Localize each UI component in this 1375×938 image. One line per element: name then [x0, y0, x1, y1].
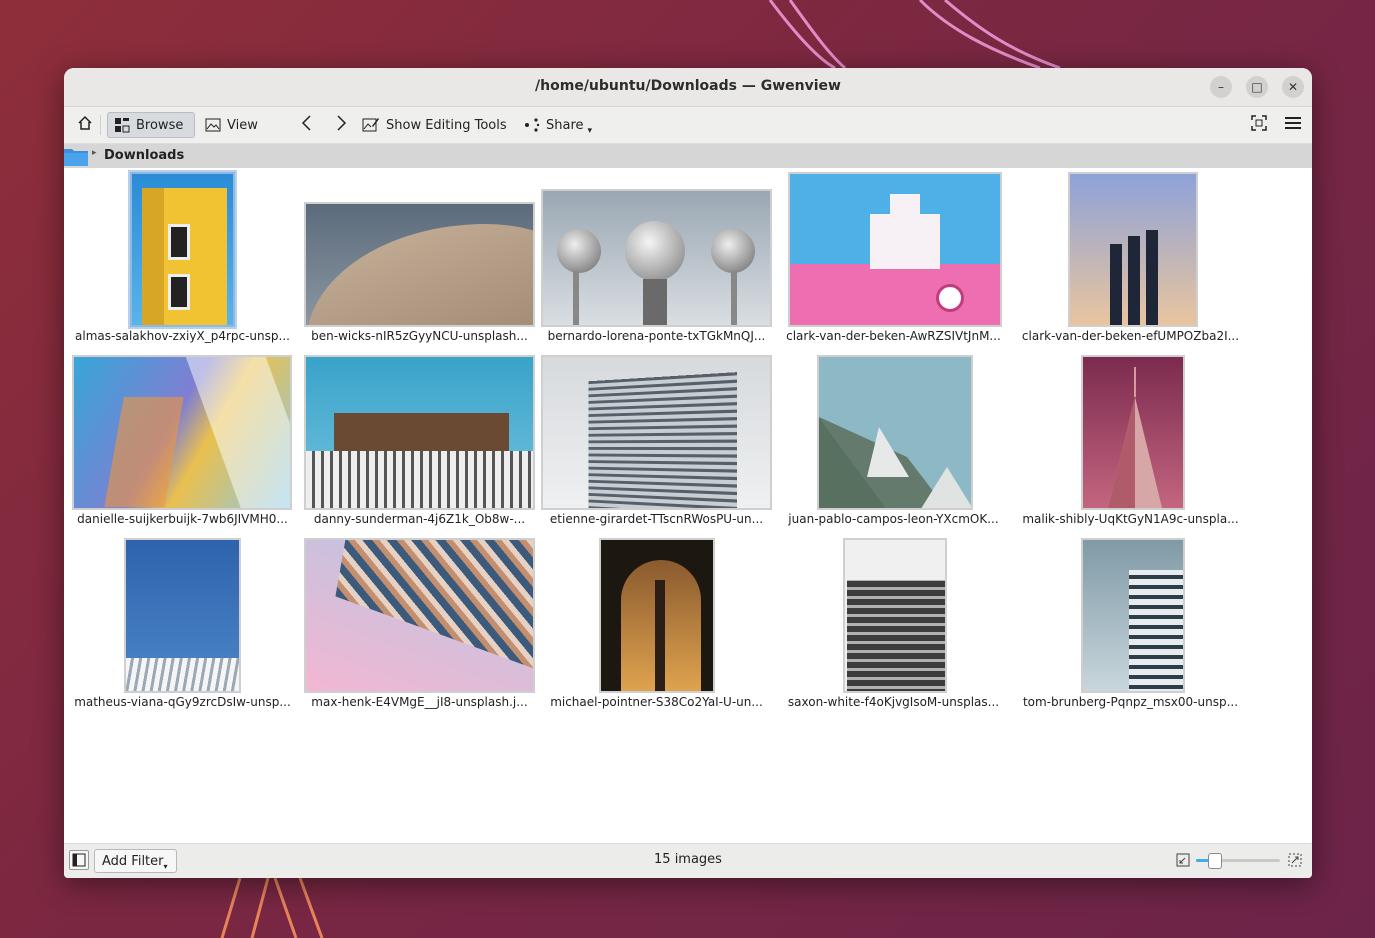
- previous-button[interactable]: [294, 112, 320, 138]
- file-name: clark-van-der-beken-efUMPOZba2I...: [1021, 329, 1240, 343]
- fullscreen-button[interactable]: [1244, 112, 1274, 138]
- minimize-button[interactable]: –: [1210, 76, 1232, 98]
- list-item[interactable]: tom-brunberg-Pqnpz_msx00-unsp...: [1012, 535, 1249, 715]
- hamburger-menu-icon: [1283, 114, 1303, 136]
- breadcrumb-folder[interactable]: Downloads: [104, 148, 184, 163]
- list-item[interactable]: bernardo-lorena-ponte-txTGkMnQJ...: [538, 169, 775, 349]
- thumbnail-grid: almas-salakhov-zxiyX_p4rpc-unsp... ben-w…: [64, 169, 1312, 844]
- thumbnail[interactable]: [304, 538, 535, 693]
- file-name: etienne-girardet-TTscnRWosPU-un...: [549, 512, 764, 526]
- thumbnail[interactable]: [304, 355, 535, 510]
- home-button[interactable]: [70, 112, 100, 138]
- file-name: danielle-suijkerbuijk-7wb6JIVMH0...: [77, 512, 288, 526]
- file-name: danny-sunderman-4j6Z1k_Ob8w-...: [313, 512, 526, 526]
- share-label: Share: [546, 117, 584, 133]
- thumbnail[interactable]: [1081, 538, 1185, 693]
- file-name: max-henk-E4VMgE__jI8-unsplash.j...: [311, 695, 528, 709]
- thumbnail[interactable]: [541, 355, 772, 510]
- file-name: tom-brunberg-Pqnpz_msx00-unsp...: [1022, 695, 1239, 709]
- edit-image-icon: [362, 116, 380, 134]
- file-name: almas-salakhov-zxiyX_p4rpc-unsp...: [75, 329, 290, 343]
- main-toolbar: Browse View Show Editing Tools Share ▾: [64, 107, 1312, 144]
- file-name: matheus-viana-qGy9zrcDsIw-unsp...: [74, 695, 291, 709]
- show-editing-tools-label: Show Editing Tools: [386, 117, 507, 133]
- menu-button[interactable]: [1277, 112, 1309, 138]
- folder-icon[interactable]: [64, 146, 88, 170]
- browse-button[interactable]: Browse: [107, 112, 195, 138]
- list-item[interactable]: almas-salakhov-zxiyX_p4rpc-unsp...: [64, 169, 301, 349]
- file-name: clark-van-der-beken-AwRZSIVtJnM...: [786, 329, 1001, 343]
- file-name: saxon-white-f4oKjvgIsoM-unsplas...: [787, 695, 1000, 709]
- list-item[interactable]: juan-pablo-campos-leon-YXcmOK...: [775, 352, 1012, 532]
- thumbnail[interactable]: [130, 172, 235, 327]
- thumbnail[interactable]: [541, 189, 772, 327]
- thumbnail[interactable]: [1068, 172, 1198, 327]
- thumbnail[interactable]: [817, 355, 973, 510]
- list-item[interactable]: ben-wicks-nIR5zGyyNCU-unsplash...: [301, 169, 538, 349]
- toolbar-separator: [100, 115, 101, 135]
- zoom-slider[interactable]: [1196, 853, 1280, 869]
- list-item[interactable]: max-henk-E4VMgE__jI8-unsplash.j...: [301, 535, 538, 715]
- list-item[interactable]: saxon-white-f4oKjvgIsoM-unsplas...: [775, 535, 1012, 715]
- breadcrumb-arrow-icon: ▸: [92, 148, 97, 158]
- list-item[interactable]: etienne-girardet-TTscnRWosPU-un...: [538, 352, 775, 532]
- zoom-slider-handle[interactable]: [1208, 853, 1223, 869]
- file-name: malik-shibly-UqKtGyN1A9c-unspla...: [1022, 512, 1239, 526]
- grid-icon: [114, 117, 130, 133]
- thumbnail[interactable]: [843, 538, 947, 693]
- zoom-out-icon[interactable]: [1175, 852, 1191, 872]
- home-icon: [76, 114, 94, 136]
- status-bar: Add Filter ▾ 15 images: [64, 843, 1312, 878]
- file-name: bernardo-lorena-ponte-txTGkMnQJ...: [547, 329, 766, 343]
- list-item[interactable]: clark-van-der-beken-efUMPOZba2I...: [1012, 169, 1249, 349]
- thumbnail[interactable]: [599, 538, 715, 693]
- view-button[interactable]: View: [199, 112, 264, 138]
- list-item[interactable]: matheus-viana-qGy9zrcDsIw-unsp...: [64, 535, 301, 715]
- chevron-right-icon: [334, 114, 348, 136]
- share-button[interactable]: Share ▾: [518, 112, 598, 138]
- thumbnail[interactable]: [124, 538, 241, 693]
- browse-label: Browse: [136, 117, 184, 133]
- view-label: View: [227, 117, 258, 133]
- thumbnail[interactable]: [72, 355, 292, 510]
- breadcrumb: ▸ Downloads: [64, 144, 1312, 168]
- list-item[interactable]: malik-shibly-UqKtGyN1A9c-unspla...: [1012, 352, 1249, 532]
- fullscreen-icon: [1250, 114, 1268, 136]
- list-item[interactable]: clark-van-der-beken-AwRZSIVtJnM...: [775, 169, 1012, 349]
- next-button[interactable]: [328, 112, 354, 138]
- zoom-in-icon[interactable]: [1287, 852, 1303, 872]
- thumbnail[interactable]: [788, 172, 1002, 327]
- thumbnail[interactable]: [304, 202, 535, 327]
- dropdown-arrow-icon: ▾: [587, 126, 593, 136]
- title-bar: /home/ubuntu/Downloads — Gwenview – □ ✕: [64, 68, 1312, 107]
- maximize-button[interactable]: □: [1246, 76, 1268, 98]
- gwenview-window: /home/ubuntu/Downloads — Gwenview – □ ✕ …: [64, 68, 1312, 878]
- file-name: michael-pointner-S38Co2YaI-U-un...: [550, 695, 763, 709]
- file-name: ben-wicks-nIR5zGyyNCU-unsplash...: [311, 329, 528, 343]
- list-item[interactable]: michael-pointner-S38Co2YaI-U-un...: [538, 535, 775, 715]
- list-item[interactable]: danny-sunderman-4j6Z1k_Ob8w-...: [301, 352, 538, 532]
- chevron-left-icon: [300, 114, 314, 136]
- close-button[interactable]: ✕: [1282, 76, 1304, 98]
- share-icon: [524, 117, 540, 133]
- show-editing-tools-button[interactable]: Show Editing Tools: [356, 112, 513, 138]
- window-title: /home/ubuntu/Downloads — Gwenview: [535, 78, 841, 94]
- list-item[interactable]: danielle-suijkerbuijk-7wb6JIVMH0...: [64, 352, 301, 532]
- image-icon: [205, 117, 221, 133]
- file-name: juan-pablo-campos-leon-YXcmOK...: [788, 512, 999, 526]
- thumbnail[interactable]: [1081, 355, 1185, 510]
- image-count: 15 images: [654, 852, 722, 867]
